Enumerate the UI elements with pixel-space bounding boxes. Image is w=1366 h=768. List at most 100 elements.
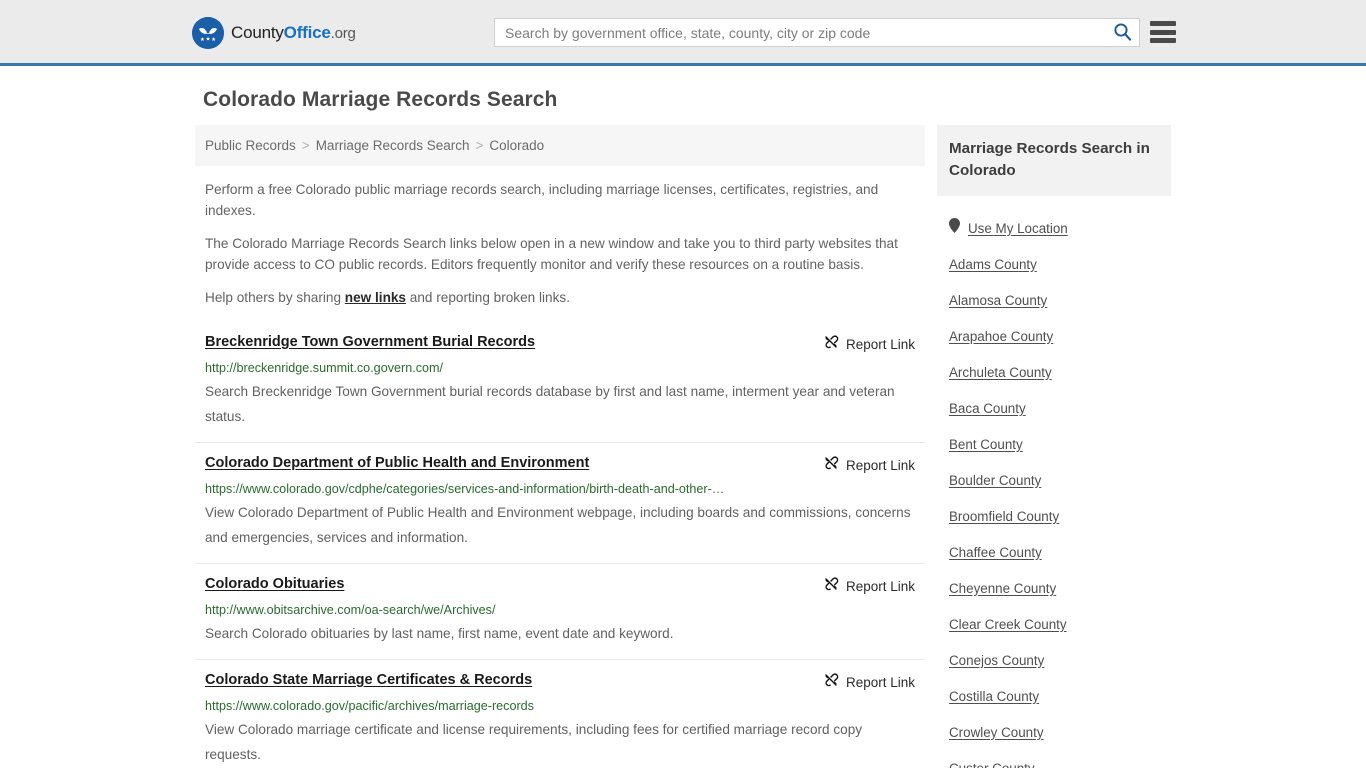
intro-paragraph-2: The Colorado Marriage Records Search lin… xyxy=(205,236,898,272)
county-link[interactable]: Alamosa County xyxy=(949,293,1047,308)
sidebar-county-list: Use My Location Adams County Alamosa Cou… xyxy=(937,196,1171,768)
sidebar-item-conejos-county[interactable]: Conejos County xyxy=(937,642,1171,678)
county-link[interactable]: Costilla County xyxy=(949,689,1039,704)
hamburger-menu-icon[interactable] xyxy=(1150,20,1176,44)
logo-text-org: .org xyxy=(330,25,356,42)
search-bar xyxy=(494,18,1140,47)
result-item: Colorado State Marriage Certificates & R… xyxy=(195,659,925,768)
report-link-button[interactable]: Report Link xyxy=(823,576,915,597)
result-url[interactable]: https://www.colorado.gov/cdphe/categorie… xyxy=(205,481,915,498)
sidebar-item-adams-county[interactable]: Adams County xyxy=(937,246,1171,282)
county-link[interactable]: Cheyenne County xyxy=(949,581,1056,596)
sidebar-item-boulder-county[interactable]: Boulder County xyxy=(937,462,1171,498)
county-link[interactable]: Bent County xyxy=(949,437,1023,452)
sidebar-item-broomfield-county[interactable]: Broomfield County xyxy=(937,498,1171,534)
result-title-link[interactable]: Colorado State Marriage Certificates & R… xyxy=(205,671,532,690)
hamburger-bar-3 xyxy=(1150,38,1176,43)
sidebar-item-clear-creek-county[interactable]: Clear Creek County xyxy=(937,606,1171,642)
breadcrumb-separator-2: > xyxy=(475,138,484,153)
report-link-label: Report Link xyxy=(845,579,915,594)
report-link-button[interactable]: Report Link xyxy=(823,455,915,476)
logo-text-county: County xyxy=(231,23,284,42)
map-pin-icon xyxy=(949,218,960,238)
county-link[interactable]: Baca County xyxy=(949,401,1026,416)
intro-p3-after: and reporting broken links. xyxy=(406,290,570,305)
county-link[interactable]: Conejos County xyxy=(949,653,1044,668)
result-title-link[interactable]: Colorado Department of Public Health and… xyxy=(205,454,589,473)
result-description: View Colorado Department of Public Healt… xyxy=(205,505,911,545)
county-link[interactable]: Crowley County xyxy=(949,725,1044,740)
page-title: Colorado Marriage Records Search xyxy=(203,88,558,111)
intro-paragraph-3: Help others by sharing new links and rep… xyxy=(205,287,915,308)
report-link-label: Report Link xyxy=(845,337,915,352)
county-link[interactable]: Custer County xyxy=(949,761,1035,768)
result-item: Colorado Obituaries Report Link http://w… xyxy=(195,563,925,659)
new-links-link[interactable]: new links xyxy=(345,290,406,305)
breadcrumb: Public Records > Marriage Records Search… xyxy=(195,125,925,166)
result-description: View Colorado marriage certificate and l… xyxy=(205,722,863,762)
sidebar-heading: Marriage Records Search in Colorado xyxy=(937,125,1171,196)
broken-link-icon xyxy=(823,455,839,476)
search-icon xyxy=(1113,22,1132,44)
sidebar: Marriage Records Search in Colorado Use … xyxy=(937,125,1171,768)
sidebar-item-costilla-county[interactable]: Costilla County xyxy=(937,678,1171,714)
result-item: Colorado Department of Public Health and… xyxy=(195,442,925,563)
sidebar-item-custer-county[interactable]: Custer County xyxy=(937,750,1171,768)
breadcrumb-item-colorado: Colorado xyxy=(489,138,545,153)
county-link[interactable]: Archuleta County xyxy=(949,365,1052,380)
result-url[interactable]: http://www.obitsarchive.com/oa-search/we… xyxy=(205,602,915,619)
results-list: Breckenridge Town Government Burial Reco… xyxy=(195,322,925,768)
main-column: Public Records > Marriage Records Search… xyxy=(195,125,925,768)
sidebar-item-chaffee-county[interactable]: Chaffee County xyxy=(937,534,1171,570)
result-title-link[interactable]: Colorado Obituaries xyxy=(205,575,344,594)
sidebar-item-archuleta-county[interactable]: Archuleta County xyxy=(937,354,1171,390)
result-url[interactable]: http://breckenridge.summit.co.govern.com… xyxy=(205,360,915,377)
county-link[interactable]: Clear Creek County xyxy=(949,617,1067,632)
report-link-label: Report Link xyxy=(845,675,915,690)
hamburger-bar-1 xyxy=(1150,21,1176,26)
breadcrumb-item-public-records[interactable]: Public Records xyxy=(205,138,296,153)
search-input[interactable] xyxy=(495,19,1105,46)
site-header: CountyOffice.org xyxy=(0,0,1366,66)
result-header: Breckenridge Town Government Burial Reco… xyxy=(205,333,915,355)
county-link[interactable]: Adams County xyxy=(949,257,1037,272)
site-logo-text: CountyOffice.org xyxy=(231,23,356,43)
result-url[interactable]: https://www.colorado.gov/pacific/archive… xyxy=(205,698,915,715)
sidebar-item-crowley-county[interactable]: Crowley County xyxy=(937,714,1171,750)
county-link[interactable]: Chaffee County xyxy=(949,545,1042,560)
result-description: Search Breckenridge Town Government buri… xyxy=(205,384,895,424)
breadcrumb-separator-1: > xyxy=(301,138,310,153)
broken-link-icon xyxy=(823,334,839,355)
eagle-shield-logo-icon xyxy=(192,17,224,49)
breadcrumb-item-marriage-records-search[interactable]: Marriage Records Search xyxy=(316,138,470,153)
broken-link-icon xyxy=(823,672,839,693)
report-link-label: Report Link xyxy=(845,458,915,473)
site-logo[interactable]: CountyOffice.org xyxy=(192,17,356,49)
content-row: Public Records > Marriage Records Search… xyxy=(0,125,1366,768)
result-header: Colorado Obituaries Report Link xyxy=(205,575,915,597)
intro-p3-before: Help others by sharing xyxy=(205,290,345,305)
result-header: Colorado State Marriage Certificates & R… xyxy=(205,671,915,693)
result-description: Search Colorado obituaries by last name,… xyxy=(205,626,674,641)
sidebar-item-arapahoe-county[interactable]: Arapahoe County xyxy=(937,318,1171,354)
logo-text-office: Office xyxy=(283,23,331,42)
broken-link-icon xyxy=(823,576,839,597)
report-link-button[interactable]: Report Link xyxy=(823,672,915,693)
result-title-link[interactable]: Breckenridge Town Government Burial Reco… xyxy=(205,333,535,352)
sidebar-item-alamosa-county[interactable]: Alamosa County xyxy=(937,282,1171,318)
report-link-button[interactable]: Report Link xyxy=(823,334,915,355)
county-link[interactable]: Broomfield County xyxy=(949,509,1059,524)
sidebar-item-bent-county[interactable]: Bent County xyxy=(937,426,1171,462)
sidebar-item-baca-county[interactable]: Baca County xyxy=(937,390,1171,426)
intro-text: Perform a free Colorado public marriage … xyxy=(195,166,925,308)
sidebar-item-cheyenne-county[interactable]: Cheyenne County xyxy=(937,570,1171,606)
county-link[interactable]: Boulder County xyxy=(949,473,1041,488)
sidebar-item-use-my-location[interactable]: Use My Location xyxy=(937,210,1171,246)
county-link[interactable]: Arapahoe County xyxy=(949,329,1053,344)
use-my-location-link[interactable]: Use My Location xyxy=(968,221,1068,236)
intro-paragraph-1: Perform a free Colorado public marriage … xyxy=(205,182,879,218)
hamburger-bar-2 xyxy=(1150,29,1176,35)
search-button[interactable] xyxy=(1105,19,1139,46)
result-item: Breckenridge Town Government Burial Reco… xyxy=(195,322,925,442)
result-header: Colorado Department of Public Health and… xyxy=(205,454,915,476)
